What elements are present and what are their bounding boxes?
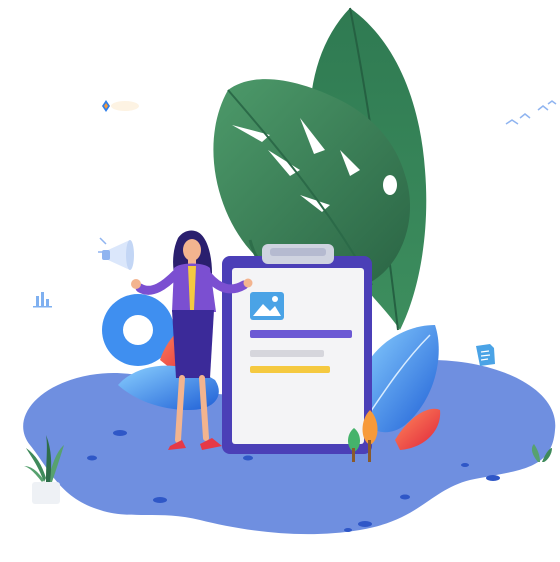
text-line-yellow bbox=[250, 366, 330, 373]
illustration bbox=[0, 0, 560, 562]
text-line-gray bbox=[250, 350, 324, 357]
diamond-sparkle-icon bbox=[102, 100, 139, 112]
image-icon bbox=[250, 292, 284, 320]
text-line-primary bbox=[250, 330, 352, 338]
clipboard bbox=[222, 244, 372, 454]
bar-chart-icon bbox=[33, 292, 52, 308]
bird-icon bbox=[505, 100, 557, 125]
document-icon bbox=[476, 344, 495, 366]
megaphone-icon bbox=[98, 237, 134, 270]
